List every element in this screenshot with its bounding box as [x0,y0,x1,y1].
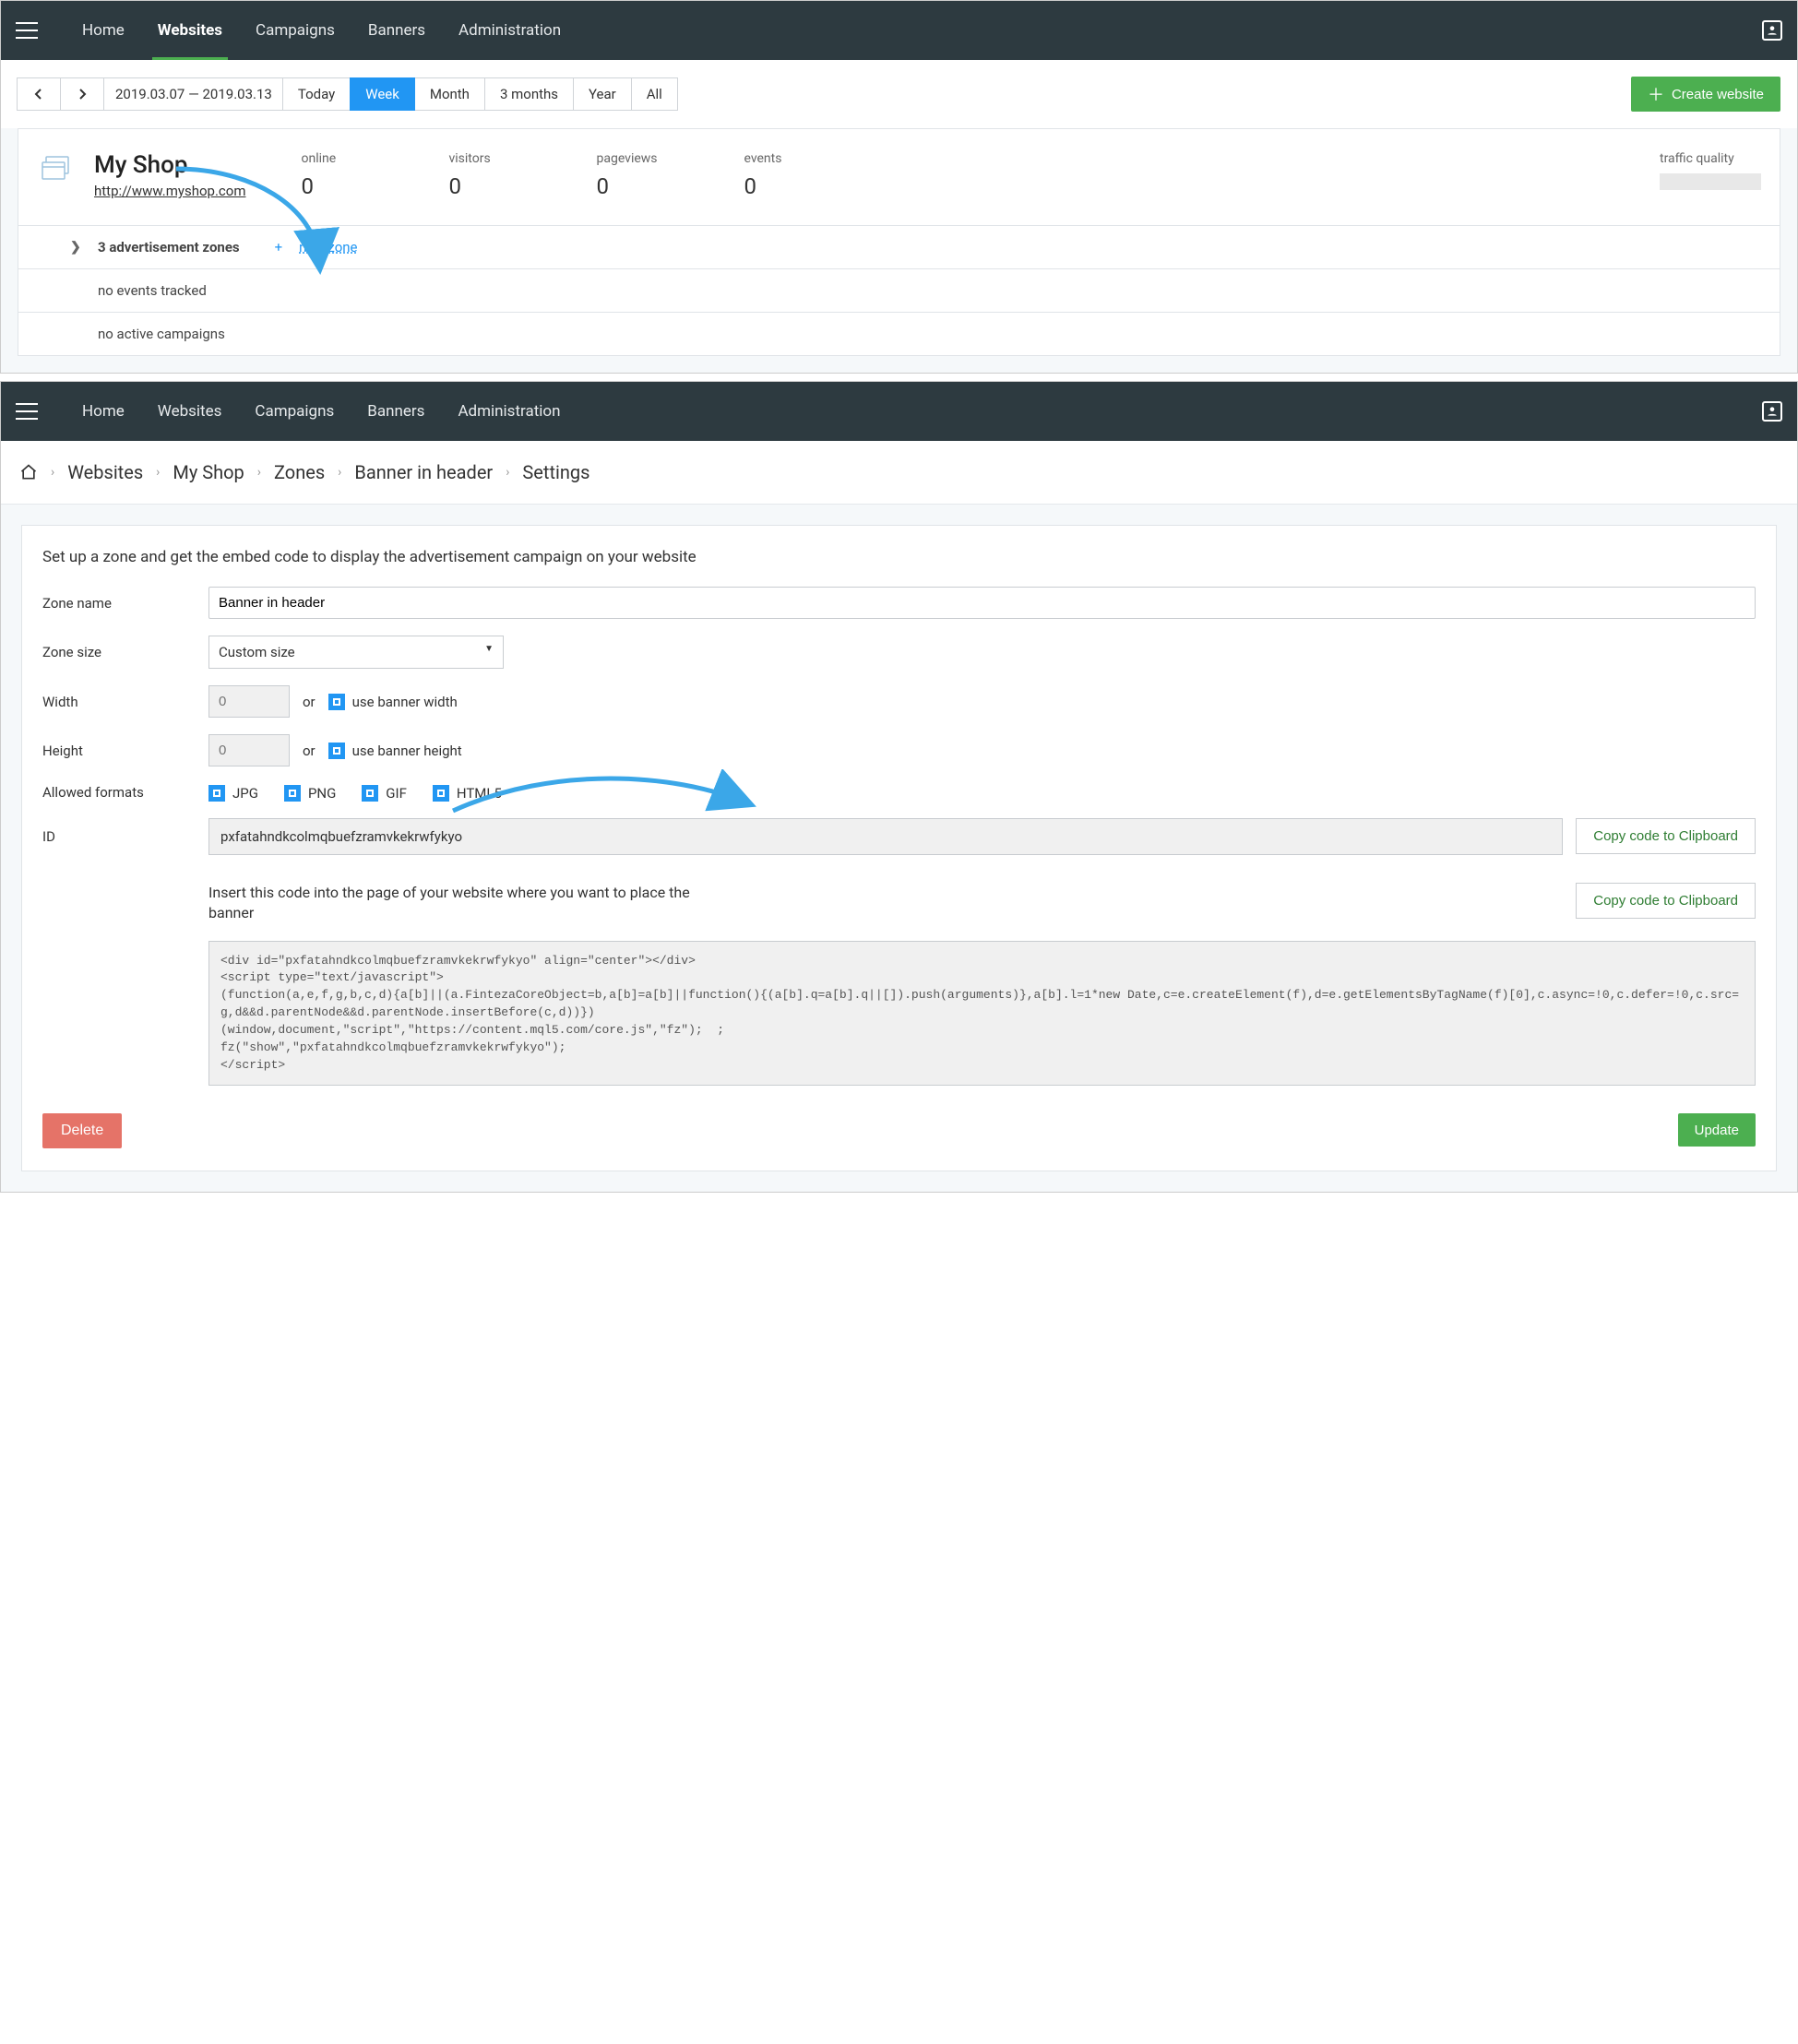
chevron-right-icon: › [257,465,261,480]
breadcrumb-websites[interactable]: Websites [67,461,143,483]
copy-id-button[interactable]: Copy code to Clipboard [1576,818,1756,854]
stat-pageviews-value: 0 [596,173,697,199]
range-all[interactable]: All [631,77,678,111]
format-jpg-label: JPG [232,785,258,802]
copy-code-button[interactable]: Copy code to Clipboard [1576,883,1756,919]
breadcrumb: › Websites › My Shop › Zones › Banner in… [1,441,1797,505]
nav-campaigns[interactable]: Campaigns [239,1,351,60]
zones-count-label: 3 advertisement zones [98,239,240,256]
quality-bar [1660,173,1761,190]
next-period-button[interactable] [60,77,104,111]
settings-panel: Set up a zone and get the embed code to … [21,525,1777,1171]
top-nav-2: Home Websites Campaigns Banners Administ… [1,382,1797,441]
format-png-label: PNG [308,785,336,802]
use-banner-width-checkbox[interactable] [328,694,345,710]
use-banner-height-checkbox[interactable] [328,743,345,759]
format-gif-checkbox[interactable] [362,785,378,802]
home-icon[interactable] [19,463,38,481]
top-nav: Home Websites Campaigns Banners Administ… [1,1,1797,60]
website-name: My Shop [94,151,245,179]
nav-home[interactable]: Home [65,1,141,60]
create-website-button[interactable]: ＋ Create website [1631,77,1780,112]
format-png-checkbox[interactable] [284,785,301,802]
width-label: Width [42,694,208,710]
plus-icon: ＋ [1648,82,1664,106]
caret-down-icon: ▼ [484,644,494,654]
stat-online-label: online [301,151,402,166]
range-today[interactable]: Today [282,77,351,111]
stat-pageviews-label: pageviews [596,151,697,166]
prev-period-button[interactable] [17,77,61,111]
zone-id-field[interactable]: pxfatahndkcolmqbuefzramvkekrwfykyo [208,818,1563,855]
breadcrumb-banner[interactable]: Banner in header [354,461,493,483]
breadcrumb-settings: Settings [522,461,589,483]
format-gif-label: GIF [386,785,407,802]
nav-administration[interactable]: Administration [442,1,578,60]
new-zone-link[interactable]: new zone [299,239,357,256]
account-icon[interactable] [1762,20,1782,41]
breadcrumb-zones[interactable]: Zones [274,461,325,483]
zone-settings-screen: Home Websites Campaigns Banners Administ… [0,381,1798,1193]
date-toolbar: 2019.03.07 — 2019.03.13 Today Week Month… [1,60,1797,128]
events-row[interactable]: no events tracked [18,268,1780,312]
use-banner-height-label: use banner height [352,743,462,759]
chevron-right-icon: › [506,465,509,480]
zones-row[interactable]: ❯ 3 advertisement zones + new zone [18,225,1780,268]
zone-size-label: Zone size [42,644,208,660]
stat-visitors-label: visitors [448,151,550,166]
websites-list-screen: Home Websites Campaigns Banners Administ… [0,0,1798,374]
date-range-display[interactable]: 2019.03.07 — 2019.03.13 [103,77,284,111]
formats-label: Allowed formats [42,784,208,801]
or-text: or [303,694,316,710]
id-label: ID [42,828,208,845]
height-label: Height [42,743,208,759]
add-zone-plus-icon[interactable]: + [275,239,283,256]
format-html5-label: HTML5 [457,785,502,802]
code-instructions: Insert this code into the page of your w… [208,883,725,924]
stat-online-value: 0 [301,173,402,199]
stat-quality-label: traffic quality [1660,151,1761,166]
stat-visitors-value: 0 [448,173,550,199]
campaigns-row[interactable]: no active campaigns [18,312,1780,355]
create-website-label: Create website [1672,87,1764,102]
zone-name-label: Zone name [42,595,208,612]
delete-button[interactable]: Delete [42,1113,122,1148]
height-input[interactable] [208,734,290,766]
chevron-right-icon: ❯ [70,240,81,255]
website-icon [41,151,77,199]
format-html5-checkbox[interactable] [433,785,449,802]
update-button[interactable]: Update [1678,1113,1756,1147]
embed-code-block[interactable]: <div id="pxfatahndkcolmqbuefzramvkekrwfy… [208,941,1756,1087]
range-year[interactable]: Year [573,77,632,111]
or-text: or [303,743,316,759]
settings-description: Set up a zone and get the embed code to … [42,548,1756,566]
chevron-right-icon: › [338,465,341,480]
width-input[interactable] [208,685,290,718]
zone-name-input[interactable] [208,587,1756,619]
chevron-right-icon: › [156,465,160,480]
nav-campaigns[interactable]: Campaigns [238,382,351,441]
zone-size-select[interactable]: Custom size ▼ [208,636,504,669]
website-url[interactable]: http://www.myshop.com [94,183,245,199]
stat-events-value: 0 [744,173,845,199]
breadcrumb-myshop[interactable]: My Shop [173,461,244,483]
stat-events-label: events [744,151,845,166]
account-icon[interactable] [1762,401,1782,422]
range-week[interactable]: Week [350,77,415,111]
menu-icon[interactable] [16,22,38,39]
nav-websites[interactable]: Websites [141,1,239,60]
range-month[interactable]: Month [414,77,485,111]
nav-banners[interactable]: Banners [351,1,442,60]
website-card: My Shop http://www.myshop.com online 0 v… [18,128,1780,356]
range-3months[interactable]: 3 months [484,77,574,111]
chevron-right-icon: › [51,465,54,480]
use-banner-width-label: use banner width [352,694,458,710]
nav-home[interactable]: Home [65,382,141,441]
nav-websites[interactable]: Websites [141,382,239,441]
nav-banners[interactable]: Banners [351,382,441,441]
zone-size-value: Custom size [219,644,295,660]
menu-icon[interactable] [16,403,38,420]
format-jpg-checkbox[interactable] [208,785,225,802]
nav-administration[interactable]: Administration [441,382,577,441]
